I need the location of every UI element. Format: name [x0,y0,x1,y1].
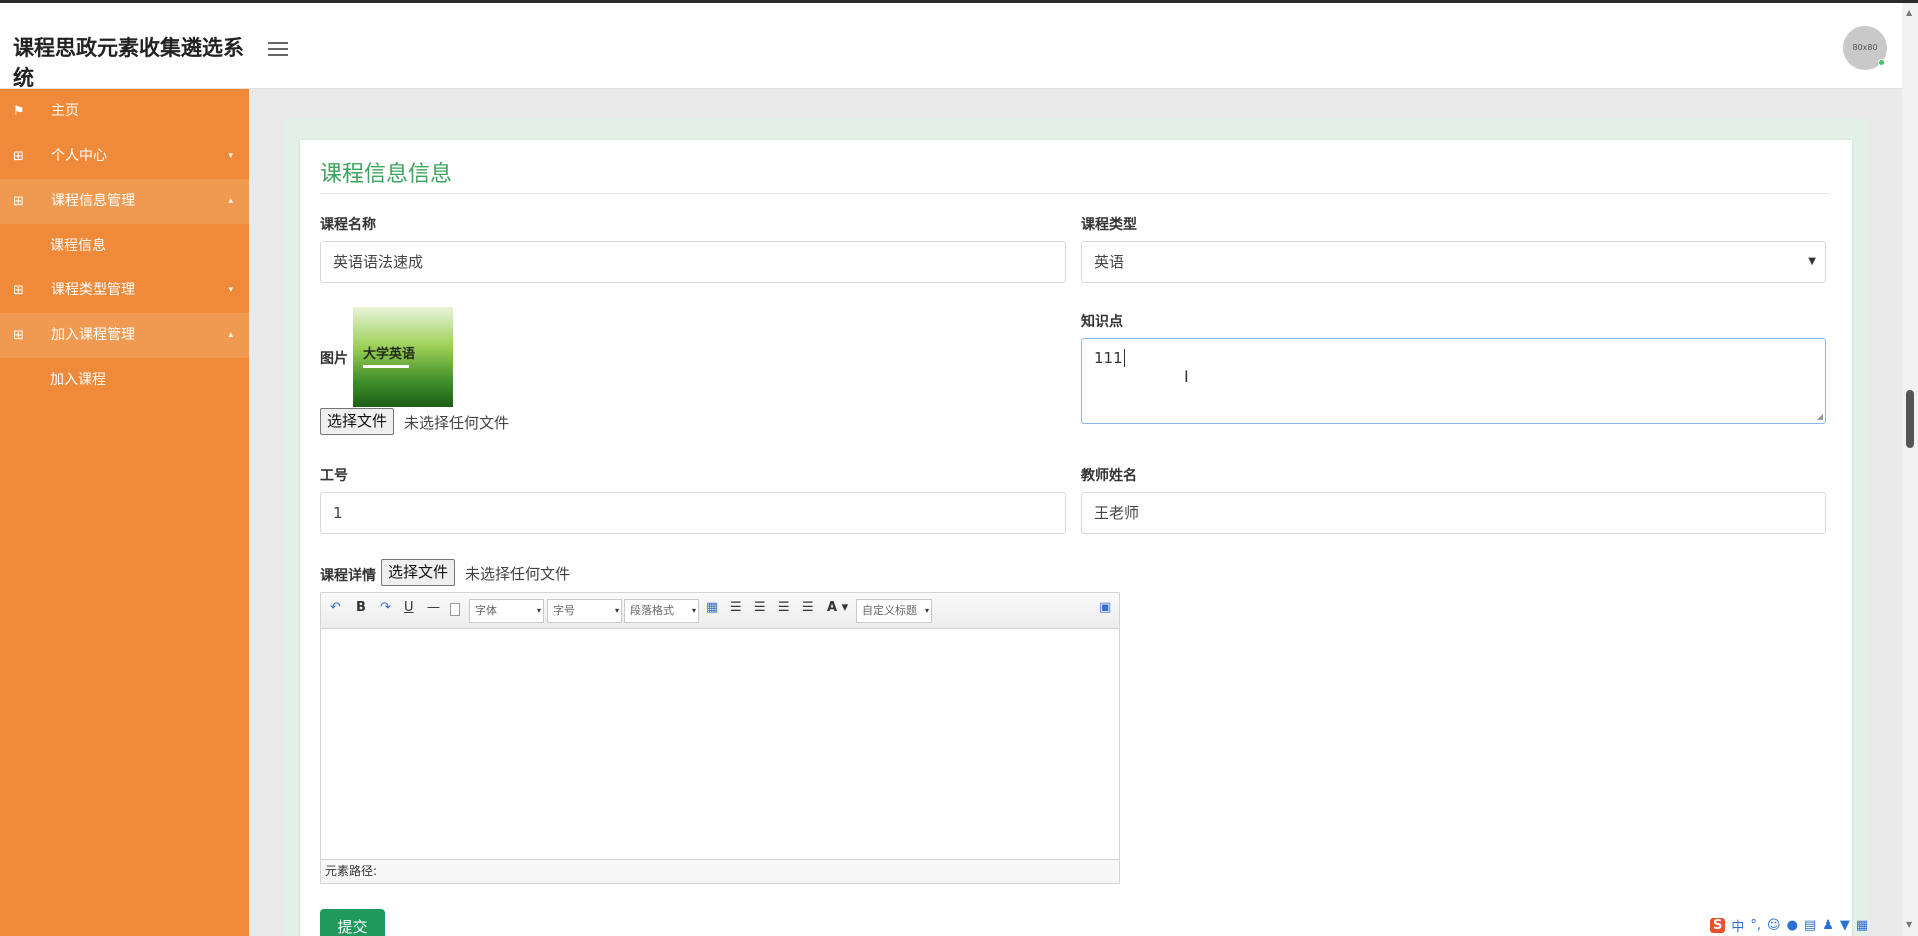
course-name-input[interactable]: 英语语法速成 [320,241,1066,283]
ibeam-cursor-icon: I [1184,367,1189,386]
top-header: 课程思政元素收集遴选系统 80x80 [0,3,1902,90]
horizontal-rule-icon[interactable]: — [427,600,440,615]
sidebar-item-label: 课程类型管理 [51,282,135,298]
font-size-select[interactable]: 字号 ▾ [547,599,622,623]
chevron-down-icon: ▾ [228,151,233,161]
align-justify-icon[interactable]: ☰ [802,600,814,615]
keyboard-icon[interactable]: ▤ [1804,918,1816,933]
editor-toolbar: ↶ B ↷ U — 字体 ▾ 字号 ▾ 段落格式 ▾ ▦ ☰ ☰ ☰ ☰ A ▾ 自定… [321,593,1119,629]
sidebar: ⚑ 主页 ⊞ 个人中心 ▾ ⊞ 课程信息管理 ▴ 课程信息 ⊞ 课程类型管理 ▾… [0,89,249,936]
title-divider [320,193,1830,194]
scroll-up-icon[interactable]: ▲ [1906,8,1914,17]
text-caret [1123,349,1125,367]
image-label: 图片 [320,351,348,367]
avatar-placeholder-text: 80x80 [1852,43,1878,52]
image-choose-file-button[interactable]: 选择文件 [320,408,395,435]
font-color-glyph: A [827,600,838,615]
emoji-icon[interactable]: ☺ [1767,918,1781,933]
redo-icon[interactable]: ↷ [380,600,391,615]
page-scrollbar[interactable] [1902,3,1918,936]
course-name-label: 课程名称 [320,217,376,233]
grid-icon: ⊞ [13,283,24,298]
align-right-icon[interactable]: ☰ [778,600,790,615]
submit-button[interactable]: 提交 [320,909,385,936]
scrollbar-thumb[interactable] [1906,390,1914,448]
sidebar-item-personal-center[interactable]: ⊞ 个人中心 ▾ [0,134,249,179]
sidebar-item-label: 主页 [51,103,79,119]
page-title: 课程信息信息 [320,162,453,187]
user-icon[interactable]: ♟ [1822,918,1834,933]
sidebar-item-label: 课程信息管理 [51,193,135,209]
sidebar-item-home[interactable]: ⚑ 主页 [0,89,249,134]
course-detail-label: 课程详情 [320,568,376,584]
sogou-logo-icon[interactable]: S [1710,917,1726,933]
teacher-name-label: 教师姓名 [1081,468,1137,484]
font-family-select[interactable]: 字体 ▾ [469,599,544,623]
custom-title-select[interactable]: 自定义标题 ▾ [856,599,932,623]
bold-button[interactable]: B [356,600,366,615]
chevron-up-icon: ▴ [228,196,233,206]
font-size-placeholder: 字号 [553,604,575,617]
chevron-down-icon: ▾ [614,606,619,615]
resize-handle-icon[interactable]: ◢ [1817,412,1823,421]
staff-id-label: 工号 [320,468,348,484]
scroll-down-icon[interactable]: ▼ [1906,920,1914,929]
fullscreen-icon[interactable]: ▣ [1099,600,1111,615]
grid-icon: ⊞ [13,149,24,164]
toolbox-icon[interactable]: ▦ [1856,918,1868,933]
chevron-down-icon: ▾ [228,285,233,295]
underline-button[interactable]: U [404,600,414,615]
flag-icon: ⚑ [13,104,25,119]
undo-icon[interactable]: ↶ [330,600,341,615]
course-cover-image: 大学英语 [353,307,453,407]
menu-toggle-icon[interactable] [268,42,288,58]
ime-toolbar: S 中 °, ☺ ● ▤ ♟ ▼ ▦ [1710,914,1868,936]
sidebar-item-label: 个人中心 [51,148,107,164]
avatar[interactable]: 80x80 [1843,26,1887,70]
online-status-icon [1878,59,1885,66]
chevron-down-icon: ▾ [691,606,696,615]
paragraph-format-placeholder: 段落格式 [630,604,674,617]
knowledge-label: 知识点 [1081,314,1123,330]
font-family-placeholder: 字体 [475,604,497,617]
chevron-up-icon: ▴ [228,330,233,340]
detail-file-status: 未选择任何文件 [465,565,571,583]
punctuation-icon[interactable]: °, [1750,918,1761,933]
cover-title-text: 大学英语 [363,347,416,362]
font-color-icon[interactable]: A ▾ [827,600,848,615]
ime-language-toggle[interactable]: 中 [1731,916,1744,935]
cover-decoration [363,365,409,368]
course-type-select[interactable]: 英语 ▼ [1081,241,1826,283]
knowledge-textarea[interactable]: 111 ◢ [1081,338,1826,424]
sidebar-subitem-course-info[interactable]: 课程信息 [0,224,249,268]
detail-choose-file-button[interactable]: 选择文件 [381,559,456,586]
align-center-icon[interactable]: ☰ [754,600,766,615]
microphone-icon[interactable]: ● [1787,918,1798,933]
table-icon[interactable]: ▦ [706,600,718,615]
chevron-down-icon: ▾ [536,606,541,615]
course-type-label: 课程类型 [1081,217,1137,233]
paragraph-format-select[interactable]: 段落格式 ▾ [624,599,699,623]
teacher-name-input[interactable]: 王老师 [1081,492,1826,534]
sidebar-item-label: 加入课程管理 [51,327,135,343]
align-left-icon[interactable]: ☰ [730,600,742,615]
grid-icon: ⊞ [13,328,24,343]
course-type-selected-value: 英语 [1094,253,1125,271]
knowledge-value: 111 [1094,349,1123,367]
staff-id-input[interactable]: 1 [320,492,1066,534]
custom-title-placeholder: 自定义标题 [862,604,917,617]
app-title: 课程思政元素收集遴选系统 [13,36,244,90]
new-document-icon[interactable] [450,603,460,616]
skin-icon[interactable]: ▼ [1840,918,1850,933]
sidebar-subitem-join-course[interactable]: 加入课程 [0,358,249,402]
rich-text-editor: ↶ B ↷ U — 字体 ▾ 字号 ▾ 段落格式 ▾ ▦ ☰ ☰ ☰ ☰ A ▾ 自定… [320,592,1120,884]
chevron-down-icon: ▾ [924,606,929,615]
editor-element-path: 元素路径: [321,859,1119,883]
sidebar-item-course-info-management[interactable]: ⊞ 课程信息管理 ▴ [0,179,249,224]
sidebar-item-course-type-management[interactable]: ⊞ 课程类型管理 ▾ [0,268,249,313]
sidebar-item-join-course-management[interactable]: ⊞ 加入课程管理 ▴ [0,313,249,358]
grid-icon: ⊞ [13,194,24,209]
image-file-status: 未选择任何文件 [404,414,510,432]
chevron-down-icon: ▼ [1808,256,1816,267]
